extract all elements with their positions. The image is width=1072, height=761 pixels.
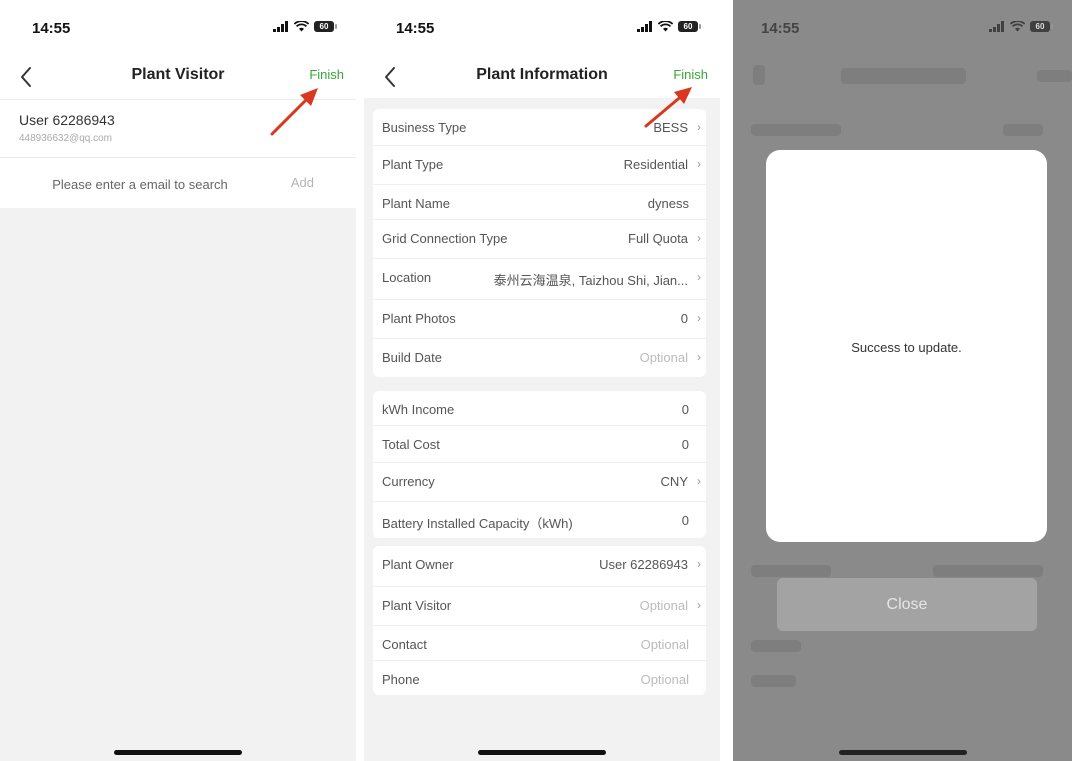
status-time: 14:55 (32, 20, 71, 37)
home-indicator[interactable] (114, 750, 242, 755)
chevron-right-icon: › (697, 120, 701, 134)
row-value: CNY (660, 474, 688, 489)
finish-button[interactable]: Finish (673, 67, 708, 82)
wifi-icon (1010, 21, 1025, 32)
signal-icon (989, 21, 1004, 32)
row-label: Plant Name (382, 196, 450, 211)
row-label: Currency (382, 474, 435, 489)
row-label: Plant Owner (382, 557, 454, 572)
row-label: Plant Type (382, 157, 444, 172)
row-label: Plant Visitor (382, 598, 452, 613)
row-label: Build Date (382, 350, 442, 365)
status-bar: 14:55 60 (364, 0, 720, 58)
signal-icon (273, 21, 288, 32)
build-date-row[interactable]: Build Date Optional › (373, 339, 706, 377)
row-value: 0 (681, 402, 689, 417)
chevron-right-icon: › (697, 157, 701, 171)
phone-row[interactable]: Phone Optional (373, 661, 706, 695)
chevron-right-icon: › (697, 270, 701, 284)
plant-name-row[interactable]: Plant Name dyness (373, 185, 706, 220)
row-label: Plant Photos (382, 311, 456, 326)
chevron-right-icon: › (697, 557, 701, 571)
row-value: Optional (639, 598, 688, 613)
row-label: kWh Income (382, 402, 455, 417)
success-dialog: Success to update. (766, 150, 1047, 542)
signal-icon (637, 21, 652, 32)
finish-button[interactable]: Finish (309, 67, 344, 82)
row-value: 0 (680, 311, 688, 326)
battery-capacity-row[interactable]: Battery Installed Capacity（kWh) 0 (373, 502, 706, 538)
row-value: Residential (623, 157, 688, 172)
plant-visitor-row[interactable]: Plant Visitor Optional › (373, 587, 706, 626)
home-indicator[interactable] (478, 750, 606, 755)
row-value: Optional (639, 350, 688, 365)
row-label: Total Cost (382, 437, 440, 452)
income-section: kWh Income 0 Total Cost 0 Currency CNY › Bat… (373, 391, 706, 538)
page-title: Plant Visitor (131, 66, 225, 83)
row-label: Location (382, 270, 432, 285)
plant-owner-row[interactable]: Plant Owner User 62286943 › (373, 546, 706, 587)
row-label: Business Type (382, 120, 467, 135)
row-label: Contact (382, 637, 427, 652)
phone-input[interactable]: Optional (641, 672, 689, 687)
total-cost-row[interactable]: Total Cost 0 (373, 426, 706, 463)
kwh-income-row[interactable]: kWh Income 0 (373, 391, 706, 426)
arrow-annotation-icon (644, 87, 692, 128)
close-button[interactable]: Close (777, 578, 1037, 631)
visitor-email: 448936632@qq.com (19, 133, 112, 144)
row-value: Full Quota (628, 231, 688, 246)
visitor-name: User 62286943 (19, 112, 115, 128)
chevron-right-icon: › (697, 474, 701, 488)
currency-row[interactable]: Currency CNY › (373, 463, 706, 502)
plant-visitor-screen: 14:55 60 Plant Visitor Finish User 62286… (0, 0, 356, 761)
location-row[interactable]: Location 泰州云海温泉, Taizhou Shi, Jian... › (373, 259, 706, 300)
plant-photos-row[interactable]: Plant Photos 0 › (373, 300, 706, 339)
chevron-right-icon: › (697, 311, 701, 325)
dialog-message: Success to update. (851, 340, 962, 355)
plant-info-section: Business Type BESS › Plant Type Residential… (373, 109, 706, 377)
home-indicator[interactable] (838, 750, 967, 755)
add-button[interactable]: Add (291, 175, 314, 190)
battery-icon: 60 (678, 21, 701, 32)
battery-icon: 60 (314, 21, 337, 32)
row-value: 泰州云海温泉, Taizhou Shi, Jian... (493, 273, 688, 288)
grid-connection-type-row[interactable]: Grid Connection Type Full Quota › (373, 220, 706, 259)
plant-type-row[interactable]: Plant Type Residential › (373, 146, 706, 185)
empty-area (0, 208, 356, 761)
row-value: 0 (681, 437, 689, 452)
contact-section: Plant Owner User 62286943 › Plant Visitor O… (373, 546, 706, 695)
row-value: User 62286943 (599, 557, 688, 572)
contact-input[interactable]: Optional (641, 637, 689, 652)
row-label: Phone (382, 672, 420, 687)
row-value: dyness (647, 196, 689, 211)
status-bar: 14:55 60 (0, 0, 356, 58)
search-row: Add (0, 157, 356, 208)
chevron-right-icon: › (697, 598, 701, 612)
status-time: 14:55 (761, 20, 800, 37)
row-value: 0 (681, 513, 689, 528)
email-search-input[interactable] (18, 166, 262, 202)
wifi-icon (658, 21, 673, 32)
success-dialog-screen: 14:55 60 Success to update. Close (733, 0, 1072, 761)
arrow-annotation-icon (270, 88, 318, 136)
page-title: Plant Information (476, 66, 608, 83)
contact-row[interactable]: Contact Optional (373, 626, 706, 661)
status-time: 14:55 (396, 20, 435, 37)
row-label: Grid Connection Type (382, 231, 508, 246)
plant-information-screen: 14:55 60 Plant Information Finish Busine… (364, 0, 720, 761)
battery-icon: 60 (1030, 21, 1053, 32)
chevron-right-icon: › (697, 231, 701, 245)
wifi-icon (294, 21, 309, 32)
chevron-right-icon: › (697, 350, 701, 364)
row-label: Battery Installed Capacity（kWh) (382, 516, 573, 531)
